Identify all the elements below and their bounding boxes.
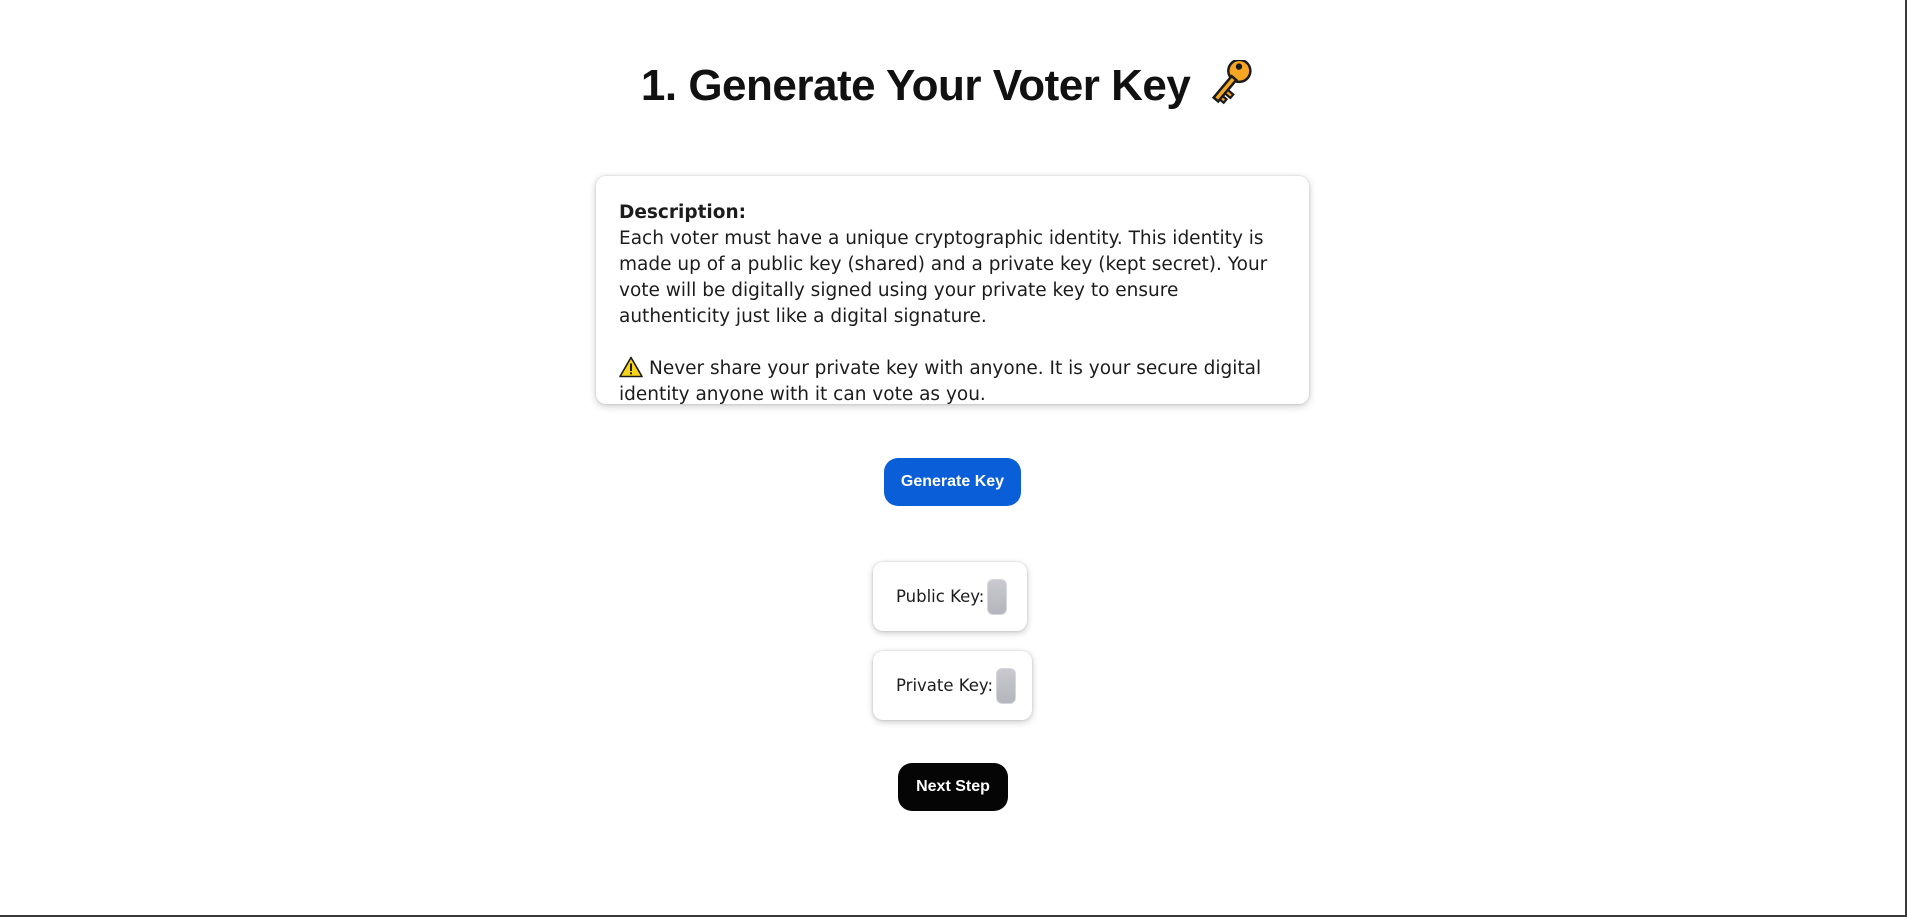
description-label: Description:	[619, 202, 747, 223]
description-card: Description: Each voter must have a uniq…	[596, 176, 1309, 405]
description-body: Each voter must have a unique cryptograp…	[619, 228, 1268, 327]
key-icon	[1211, 60, 1252, 105]
page: 1. Generate Your Voter Key Description: …	[0, 0, 1907, 917]
private-key-label: Private Key:	[896, 676, 994, 695]
warning-icon	[619, 356, 643, 378]
private-key-value[interactable]	[996, 667, 1017, 704]
next-step-button[interactable]: Next Step	[898, 763, 1008, 811]
public-key-value[interactable]	[987, 578, 1008, 615]
page-title: 1. Generate Your Voter Key	[0, 58, 1907, 116]
generate-key-button[interactable]: Generate Key	[884, 458, 1021, 506]
page-title-text: 1. Generate Your Voter Key	[640, 61, 1191, 110]
public-key-card: Public Key:	[873, 562, 1027, 631]
warning-row: Never share your private key with anyone…	[619, 356, 1287, 408]
warning-text: Never share your private key with anyone…	[619, 358, 1262, 405]
private-key-card: Private Key:	[873, 651, 1032, 720]
public-key-label: Public Key:	[896, 587, 985, 606]
